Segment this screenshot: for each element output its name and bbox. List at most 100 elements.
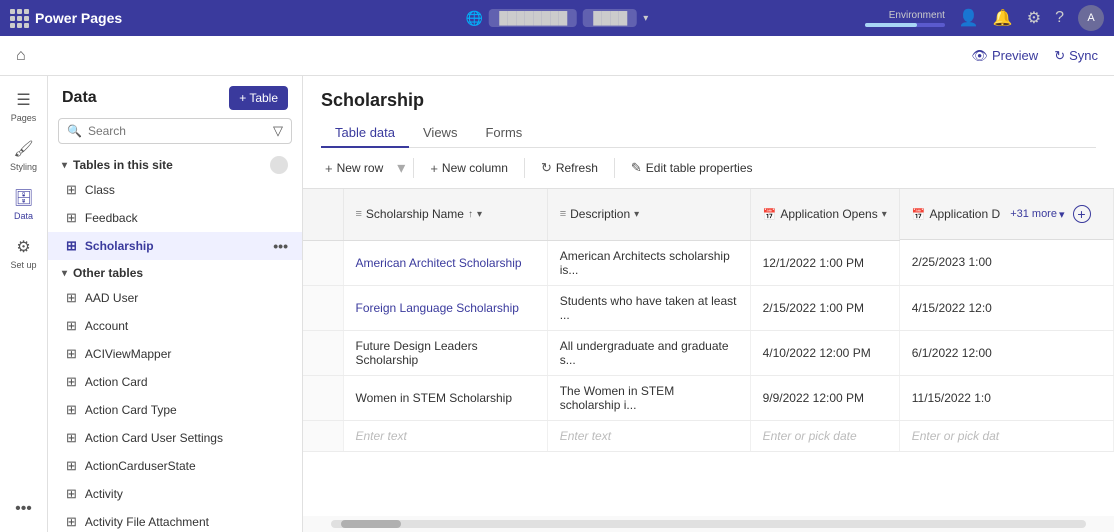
cell-scholarship-name-3: Future Design Leaders Scholarship bbox=[343, 330, 547, 375]
table-item-account[interactable]: ⊞ Account bbox=[48, 312, 302, 340]
this-site-badge bbox=[270, 156, 288, 174]
enter-date-appopens[interactable]: Enter or pick date bbox=[750, 420, 899, 451]
cell-appd-3: 6/1/2022 12:00 bbox=[899, 330, 1113, 375]
new-row-dropdown[interactable]: ▾ bbox=[397, 158, 405, 178]
table-container[interactable]: ≡ Scholarship Name ↑ ▾ ≡ Description ▾ bbox=[303, 189, 1114, 516]
add-table-button[interactable]: + Table bbox=[229, 86, 288, 110]
search-input[interactable] bbox=[88, 124, 267, 138]
left-sidebar: ☰ Pages 🖌 Styling 🗄 Data ⚙ Set up ••• bbox=[0, 76, 48, 532]
row-num-4 bbox=[303, 375, 343, 420]
bottom-scrollbar-area bbox=[303, 516, 1114, 532]
dropdown-app-opens[interactable]: ▾ bbox=[882, 209, 887, 220]
globe-icon[interactable]: 🌐 bbox=[466, 10, 483, 27]
col-icon-description: ≡ bbox=[560, 208, 566, 220]
refresh-button[interactable]: ↻ Refresh bbox=[533, 156, 606, 180]
scholarship-more-button[interactable]: ••• bbox=[273, 238, 288, 254]
table-item-feedback[interactable]: ⊞ Feedback bbox=[48, 204, 302, 232]
preview-button[interactable]: 👁 Preview bbox=[971, 48, 1038, 64]
table-name-activity: Activity bbox=[85, 487, 123, 501]
sidebar-item-data[interactable]: 🗄 Data bbox=[2, 182, 46, 227]
filter-icon[interactable]: ▽ bbox=[273, 123, 283, 139]
search-icon: 🔍 bbox=[67, 124, 82, 138]
table-item-activity[interactable]: ⊞ Activity bbox=[48, 480, 302, 508]
table-list: ▾ Tables in this site ⊞ Class ⊞ Feedback… bbox=[48, 152, 302, 532]
other-tables-section-header[interactable]: ▾ Other tables bbox=[48, 260, 302, 284]
table-row: Women in STEM Scholarship The Women in S… bbox=[303, 375, 1114, 420]
table-row: Foreign Language Scholarship Students wh… bbox=[303, 285, 1114, 330]
data-panel-title: Data bbox=[62, 89, 97, 107]
col-header-appd[interactable]: 📅 Application D +31 more ▾ + bbox=[900, 189, 1114, 240]
tab-views[interactable]: Views bbox=[409, 119, 471, 148]
sidebar-item-pages[interactable]: ☰ Pages bbox=[2, 84, 46, 129]
dropdown-description[interactable]: ▾ bbox=[634, 209, 639, 220]
edit-icon: ✎ bbox=[631, 160, 642, 176]
table-name-class: Class bbox=[85, 183, 115, 197]
waffle-icon[interactable] bbox=[10, 9, 29, 28]
sidebar-item-styling[interactable]: 🖌 Styling bbox=[2, 133, 46, 178]
avatar[interactable]: A bbox=[1078, 5, 1104, 31]
cell-scholarship-name-4: Women in STEM Scholarship bbox=[343, 375, 547, 420]
table-item-class[interactable]: ⊞ Class bbox=[48, 176, 302, 204]
grid-icon-aaduser: ⊞ bbox=[66, 290, 77, 306]
cell-appd-1: 2/25/2023 1:00 bbox=[899, 240, 1113, 285]
more-icon: ••• bbox=[15, 500, 32, 518]
home-icon[interactable]: ⌂ bbox=[16, 47, 26, 65]
pages-icon: ☰ bbox=[16, 90, 30, 110]
bell-icon[interactable]: 🔔 bbox=[993, 8, 1013, 28]
more-cols-chevron[interactable]: ▾ bbox=[1059, 208, 1065, 221]
help-icon[interactable]: ? bbox=[1055, 9, 1064, 27]
data-icon: 🗄 bbox=[13, 188, 33, 208]
sync-button[interactable]: ↻ Sync bbox=[1054, 48, 1098, 64]
person-icon[interactable]: 👤 bbox=[959, 8, 979, 28]
new-row-button[interactable]: + New row bbox=[317, 157, 391, 180]
environment-block: Environment bbox=[865, 10, 945, 27]
new-col-icon: + bbox=[430, 161, 438, 176]
new-column-button[interactable]: + New column bbox=[422, 157, 516, 180]
table-row-empty[interactable]: Enter text Enter text Enter or pick date… bbox=[303, 420, 1114, 451]
table-item-activityfileattachment[interactable]: ⊞ Activity File Attachment bbox=[48, 508, 302, 532]
table-item-actioncarduserstate[interactable]: ⊞ ActionCarduserState bbox=[48, 452, 302, 480]
more-columns-button[interactable]: +31 more ▾ + bbox=[1000, 197, 1100, 231]
dropdown-scholarship-name[interactable]: ▾ bbox=[477, 209, 482, 220]
table-name-actioncardtype: Action Card Type bbox=[85, 403, 177, 417]
col-header-scholarship-name[interactable]: ≡ Scholarship Name ↑ ▾ bbox=[343, 189, 547, 240]
add-column-circle-button[interactable]: + bbox=[1073, 205, 1091, 223]
horizontal-scrollbar[interactable] bbox=[331, 520, 1086, 528]
table-item-actioncardusersettings[interactable]: ⊞ Action Card User Settings bbox=[48, 424, 302, 452]
cell-scholarship-name-1[interactable]: American Architect Scholarship bbox=[343, 240, 547, 285]
col-icon-app-opens: 📅 bbox=[763, 208, 777, 221]
enter-date-appd[interactable]: Enter or pick dat bbox=[899, 420, 1113, 451]
enter-text-desc[interactable]: Enter text bbox=[547, 420, 750, 451]
table-item-aciviewmapper[interactable]: ⊞ ACIViewMapper bbox=[48, 340, 302, 368]
table-item-aaduser[interactable]: ⊞ AAD User bbox=[48, 284, 302, 312]
sidebar-item-setup[interactable]: ⚙ Set up bbox=[2, 231, 46, 276]
table-row: American Architect Scholarship American … bbox=[303, 240, 1114, 285]
new-row-icon: + bbox=[325, 161, 333, 176]
main-content: Scholarship Table data Views Forms + New… bbox=[303, 76, 1114, 532]
col-header-description[interactable]: ≡ Description ▾ bbox=[547, 189, 750, 240]
col-header-app-opens[interactable]: 📅 Application Opens ▾ bbox=[750, 189, 899, 240]
edit-properties-button[interactable]: ✎ Edit table properties bbox=[623, 156, 761, 180]
row-num-1 bbox=[303, 240, 343, 285]
grid-icon-account: ⊞ bbox=[66, 318, 77, 334]
grid-icon-class: ⊞ bbox=[66, 182, 77, 198]
this-site-section-header[interactable]: ▾ Tables in this site bbox=[48, 152, 302, 176]
sidebar-more-button[interactable]: ••• bbox=[2, 494, 46, 524]
cell-description-2: Students who have taken at least ... bbox=[547, 285, 750, 330]
tab-forms[interactable]: Forms bbox=[471, 119, 536, 148]
table-item-scholarship[interactable]: ⊞ Scholarship ••• bbox=[48, 232, 302, 260]
table-item-actioncardtype[interactable]: ⊞ Action Card Type bbox=[48, 396, 302, 424]
nav-page-pill[interactable]: ████ bbox=[583, 9, 637, 27]
nav-dropdown-chevron[interactable]: ▾ bbox=[643, 13, 648, 24]
secondary-nav: ⌂ 👁 Preview ↻ Sync bbox=[0, 36, 1114, 76]
this-site-chevron: ▾ bbox=[62, 160, 67, 171]
top-nav-left: Power Pages bbox=[10, 9, 122, 28]
cell-scholarship-name-2[interactable]: Foreign Language Scholarship bbox=[343, 285, 547, 330]
table-item-actioncard[interactable]: ⊞ Action Card bbox=[48, 368, 302, 396]
tab-table-data[interactable]: Table data bbox=[321, 119, 409, 148]
col-header-rownum bbox=[303, 189, 343, 240]
settings-icon[interactable]: ⚙ bbox=[1027, 8, 1041, 28]
nav-site-pill[interactable]: ████████ bbox=[489, 9, 577, 27]
enter-text-name[interactable]: Enter text bbox=[343, 420, 547, 451]
data-panel-header: Data + Table bbox=[48, 76, 302, 118]
